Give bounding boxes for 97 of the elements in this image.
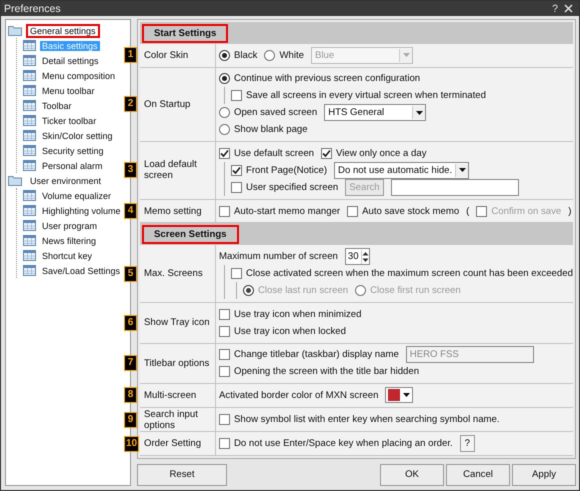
grid-icon — [23, 130, 36, 141]
number-badge: 3 — [124, 162, 137, 178]
dropdown-select[interactable]: HTS General — [324, 104, 426, 122]
checkbox-option[interactable]: Change titlebar (taskbar) display name — [219, 349, 399, 360]
help-button[interactable]: ? — [460, 435, 476, 452]
checkmark-icon — [322, 148, 331, 158]
caret-icon — [458, 168, 466, 172]
checkbox-option[interactable]: Do not use Enter/Space key when placing an order. — [219, 438, 453, 450]
number-badge: 2 — [124, 96, 137, 112]
tree-item[interactable]: Toolbar — [40, 100, 74, 110]
number-spinner[interactable]: 30 — [344, 248, 370, 266]
caret-icon — [403, 393, 410, 398]
grid-icon — [23, 220, 36, 231]
text-field[interactable] — [390, 178, 519, 196]
radio-option[interactable]: Black — [219, 50, 258, 61]
tree-group[interactable]: User environment — [26, 174, 106, 188]
caret-icon — [402, 53, 410, 58]
section-title: Screen Settings — [142, 224, 239, 244]
tree-item[interactable]: User program — [40, 220, 100, 230]
label-text: Activated border color of MXN screen — [219, 390, 378, 401]
row-label: Titlebar options — [144, 358, 210, 369]
dialog-button[interactable]: Cancel — [446, 464, 510, 486]
checkbox-option[interactable]: Close activated screen when the maximum screen count has been exceeded — [231, 268, 573, 280]
row-label: Order Setting — [144, 438, 202, 450]
row-label: Max. Screens — [144, 268, 203, 280]
number-badge: 8 — [124, 387, 137, 404]
color-picker[interactable] — [385, 387, 414, 404]
grid-icon — [23, 55, 36, 66]
up-down-arrows-icon[interactable] — [362, 250, 369, 264]
tree-group[interactable]: General settings — [26, 24, 100, 38]
grid-icon — [23, 145, 36, 156]
checkbox-option[interactable]: Front Page(Notice) — [231, 164, 328, 176]
grid-icon — [23, 85, 36, 96]
checkbox-option[interactable]: Show symbol list with enter key when searching symbol name. — [219, 414, 500, 426]
grid-icon — [23, 190, 36, 201]
tree-item[interactable]: Personal alarm — [40, 160, 105, 170]
row-label: Show Tray icon — [144, 317, 210, 328]
tree-item[interactable]: Menu composition — [40, 70, 118, 80]
section-title: Start Settings — [142, 24, 228, 42]
tree-item[interactable]: Security setting — [40, 146, 106, 156]
checkbox-option[interactable]: View only once a day — [321, 148, 426, 159]
dialog-button[interactable]: OK — [380, 464, 444, 486]
row-label: Memo setting — [144, 206, 202, 217]
tree-item[interactable]: News filtering — [40, 236, 98, 246]
dropdown-select[interactable]: Do not use automatic hide. — [334, 162, 470, 179]
folder-icon — [8, 175, 22, 186]
grid-icon — [23, 235, 36, 246]
tree-item[interactable]: Skin/Color setting — [40, 130, 115, 140]
tree-item[interactable]: Volume equalizer — [40, 190, 114, 200]
row-label: Search input options — [144, 408, 199, 431]
label-text: ) — [568, 206, 572, 217]
tree-item[interactable]: Shortcut key — [40, 250, 94, 260]
tree-item[interactable]: Detail settings — [40, 56, 101, 66]
checkbox-option[interactable]: Opening the screen with the title bar hidden — [219, 366, 420, 378]
grid-icon — [23, 250, 36, 261]
number-badge: 5 — [124, 266, 137, 282]
checkbox-option[interactable]: Use tray icon when locked — [219, 326, 346, 337]
checkbox-option[interactable]: Use tray icon when minimized — [219, 308, 362, 320]
radio-option[interactable]: Show blank page — [219, 124, 308, 136]
grid-icon — [23, 115, 36, 126]
dialog-button[interactable]: Apply — [512, 464, 576, 486]
grid-icon — [23, 265, 36, 276]
checkbox-option[interactable]: Save all screens in every virtual screen when terminated — [231, 90, 486, 102]
radio-option[interactable]: Continue with previous screen configuration — [219, 73, 420, 84]
number-badge: 7 — [124, 355, 137, 372]
number-badge: 6 — [124, 314, 137, 331]
number-badge: 1 — [124, 47, 137, 64]
help-button[interactable]: ? — [552, 2, 558, 14]
caret-icon — [416, 110, 423, 115]
grid-icon — [23, 40, 36, 51]
label-text: Maximum number of screen — [219, 251, 338, 262]
tree-item[interactable]: Save/Load Settings — [40, 266, 122, 276]
reset-button[interactable]: Reset — [137, 464, 227, 486]
number-badge: 9 — [124, 412, 137, 428]
number-badge: 10 — [124, 436, 140, 452]
grid-icon — [23, 205, 36, 216]
checkbox-option[interactable]: Auto-start memo manger — [219, 206, 340, 217]
grid-icon — [23, 160, 36, 171]
close-icon[interactable] — [564, 4, 573, 13]
tree-item[interactable]: Menu toolbar — [40, 86, 97, 96]
row-label: Color Skin — [144, 50, 188, 61]
radio-option[interactable]: White — [264, 50, 304, 61]
checkbox-option[interactable]: Auto save stock memo — [347, 206, 460, 217]
label-text: ( — [466, 206, 470, 217]
number-badge: 4 — [124, 203, 137, 220]
tree-item[interactable]: Ticker toolbar — [40, 116, 98, 126]
grid-icon — [23, 70, 36, 81]
folder-icon — [8, 25, 22, 36]
window-title: Preferences — [4, 2, 62, 14]
checkbox-option[interactable]: User specified screen — [231, 182, 338, 193]
row-label: Multi-screen — [144, 390, 196, 401]
row-label: Load default screen — [144, 159, 198, 182]
tree-item[interactable]: Highlighting volume — [40, 206, 123, 216]
checkbox-option[interactable]: Use default screen — [219, 148, 314, 159]
radio-option[interactable]: Open saved screen — [219, 107, 318, 118]
grid-icon — [23, 100, 36, 111]
row-label: On Startup — [144, 98, 190, 110]
